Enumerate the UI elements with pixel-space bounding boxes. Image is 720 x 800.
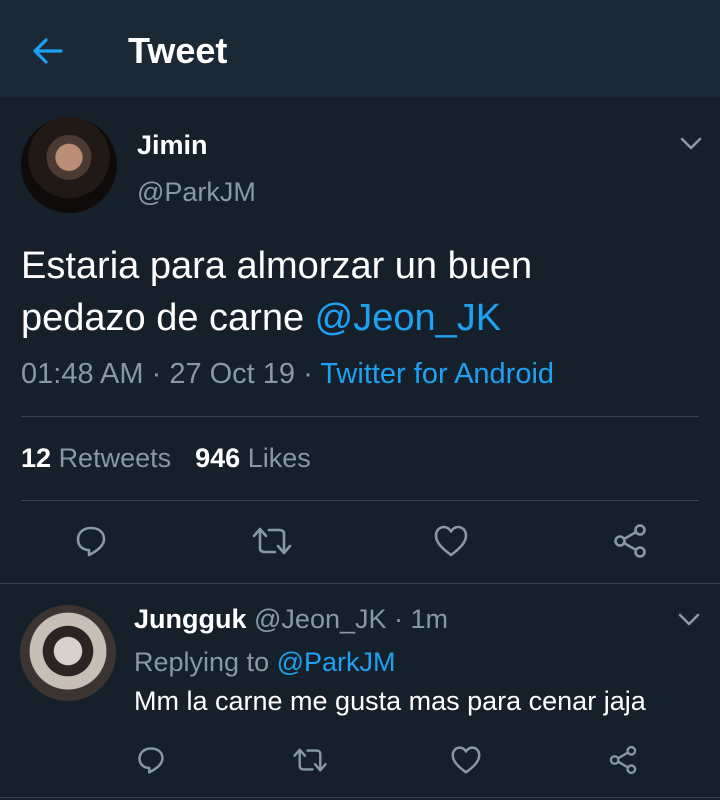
chevron-down-icon [680,137,702,150]
heart-icon [434,525,468,557]
likes-count: 946 [195,443,241,473]
top-bar: Tweet [0,0,720,99]
replying-to: Replying to @ParkJM [134,647,396,678]
reply-like-button[interactable] [448,742,484,778]
reply-avatar[interactable] [20,605,116,701]
reply-author-name[interactable]: Jungguk [134,604,247,634]
share-icon [614,524,646,558]
like-button[interactable] [430,520,472,562]
divider [0,797,720,798]
tweet-text: Estaria para almorzar un buen pedazo de … [21,240,671,344]
divider [0,583,720,584]
tweet-text-line: Estaria para almorzar un buen [21,245,533,287]
arrow-left-icon [33,38,63,64]
author-name[interactable]: Jimin [137,130,208,161]
tweet-stats: 12 Retweets 946 Likes [21,443,311,474]
retweet-icon [293,748,327,772]
tweet-meta: 01:48 AM · 27 Oct 19 · Twitter for Andro… [21,358,554,391]
share-button[interactable] [609,520,651,562]
replying-to-link[interactable]: @ParkJM [277,647,396,677]
reply-retweet-button[interactable] [290,742,330,778]
mention-link[interactable]: @Jeon_JK [315,297,501,339]
tweet-options-button[interactable] [677,130,705,158]
tweet-text-fragment: pedazo de carne [21,297,315,339]
replying-to-label: Replying to [134,647,270,677]
heart-icon [451,746,481,774]
reply-author-handle[interactable]: @Jeon_JK [254,604,386,634]
meta-separator: · [143,358,170,390]
chevron-down-icon [678,613,700,626]
reply-time: 1m [410,604,449,634]
retweets-stat[interactable]: 12 Retweets [21,443,171,473]
tweet-time: 01:48 AM [21,358,144,390]
reply-icon [76,526,106,557]
reply-header: Jungguk @Jeon_JK · 1m [134,604,448,635]
retweet-button[interactable] [249,520,295,562]
tweet-date: 27 Oct 19 [169,358,296,390]
meta-separator: · [386,604,411,634]
avatar[interactable] [21,117,117,213]
share-icon [609,745,637,775]
back-button[interactable] [22,28,74,74]
tweet-text-line: pedazo de carne @Jeon_JK [21,292,671,344]
reply-button[interactable] [70,520,112,562]
reply-text: Mm la carne me gusta mas para cenar jaja [134,686,646,716]
divider [21,500,699,501]
reply-reply-button[interactable] [133,742,169,778]
reply-share-button[interactable] [605,742,641,778]
reply-icon [138,747,164,774]
likes-stat[interactable]: 946 Likes [195,443,311,473]
reply-options-button[interactable] [675,606,703,634]
retweets-label: Retweets [58,443,172,473]
divider [21,416,699,417]
meta-separator: · [295,358,321,390]
tweet-source-link[interactable]: Twitter for Android [320,358,554,390]
page-title: Tweet [128,30,228,71]
retweet-icon [252,527,292,555]
author-handle[interactable]: @ParkJM [137,177,256,208]
retweets-count: 12 [21,443,52,473]
likes-label: Likes [247,443,311,473]
